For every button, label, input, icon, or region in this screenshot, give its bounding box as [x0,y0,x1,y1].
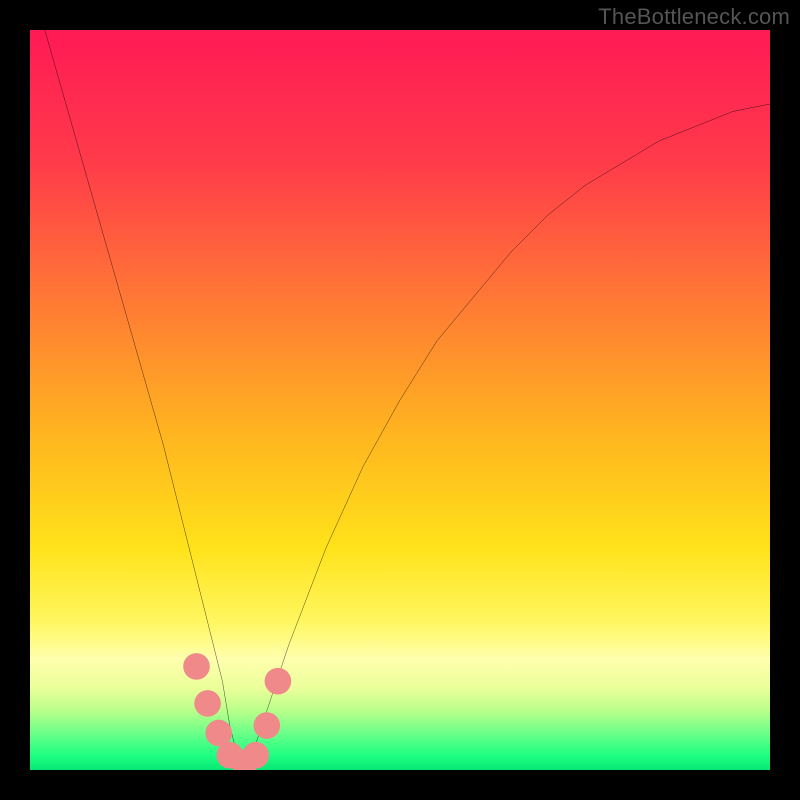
trough-marker [183,653,210,680]
watermark-text: TheBottleneck.com [598,4,790,30]
trough-marker [194,690,221,717]
trough-marker [253,712,280,739]
plot-area [30,30,770,770]
trough-marker [242,742,269,769]
chart-curve-layer [30,30,770,770]
trough-marker [265,668,292,695]
bottleneck-curve [45,30,770,770]
chart-frame: TheBottleneck.com [0,0,800,800]
trough-markers [183,653,291,770]
